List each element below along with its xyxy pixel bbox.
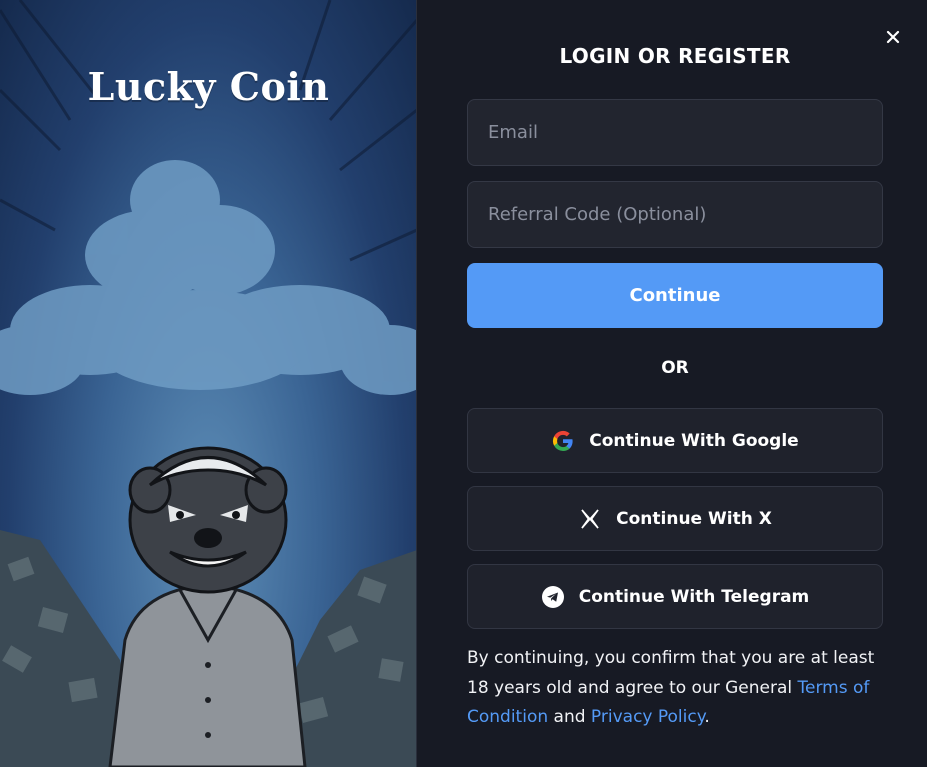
legal-and: and bbox=[548, 707, 591, 727]
email-field-container bbox=[467, 99, 883, 166]
modal-title: LOGIN OR REGISTER bbox=[559, 44, 791, 68]
continue-with-google-button[interactable]: Continue With Google bbox=[467, 408, 883, 473]
telegram-icon bbox=[541, 585, 565, 609]
continue-button[interactable]: Continue bbox=[467, 263, 883, 328]
login-modal: Lucky Coin LOGIN OR REGISTER Continue OR… bbox=[0, 0, 927, 767]
privacy-policy-link[interactable]: Privacy Policy bbox=[591, 707, 704, 727]
telegram-button-label: Continue With Telegram bbox=[578, 586, 810, 607]
legal-disclaimer: By continuing, you confirm that you are … bbox=[467, 644, 887, 733]
close-icon bbox=[886, 30, 900, 44]
hero-illustration-panel: Lucky Coin bbox=[0, 0, 417, 767]
referral-field-container bbox=[467, 181, 883, 248]
hero-illustration bbox=[0, 0, 416, 767]
x-icon bbox=[578, 507, 602, 531]
legal-suffix: . bbox=[704, 707, 710, 727]
email-input[interactable] bbox=[488, 122, 862, 143]
or-divider: OR bbox=[661, 358, 689, 378]
lucky-coin-logo: Lucky Coin bbox=[87, 64, 330, 109]
google-icon bbox=[551, 429, 575, 453]
continue-with-telegram-button[interactable]: Continue With Telegram bbox=[467, 564, 883, 629]
continue-with-x-button[interactable]: Continue With X bbox=[467, 486, 883, 551]
google-button-label: Continue With Google bbox=[589, 430, 799, 451]
referral-code-input[interactable] bbox=[488, 204, 862, 225]
x-button-label: Continue With X bbox=[616, 508, 772, 529]
